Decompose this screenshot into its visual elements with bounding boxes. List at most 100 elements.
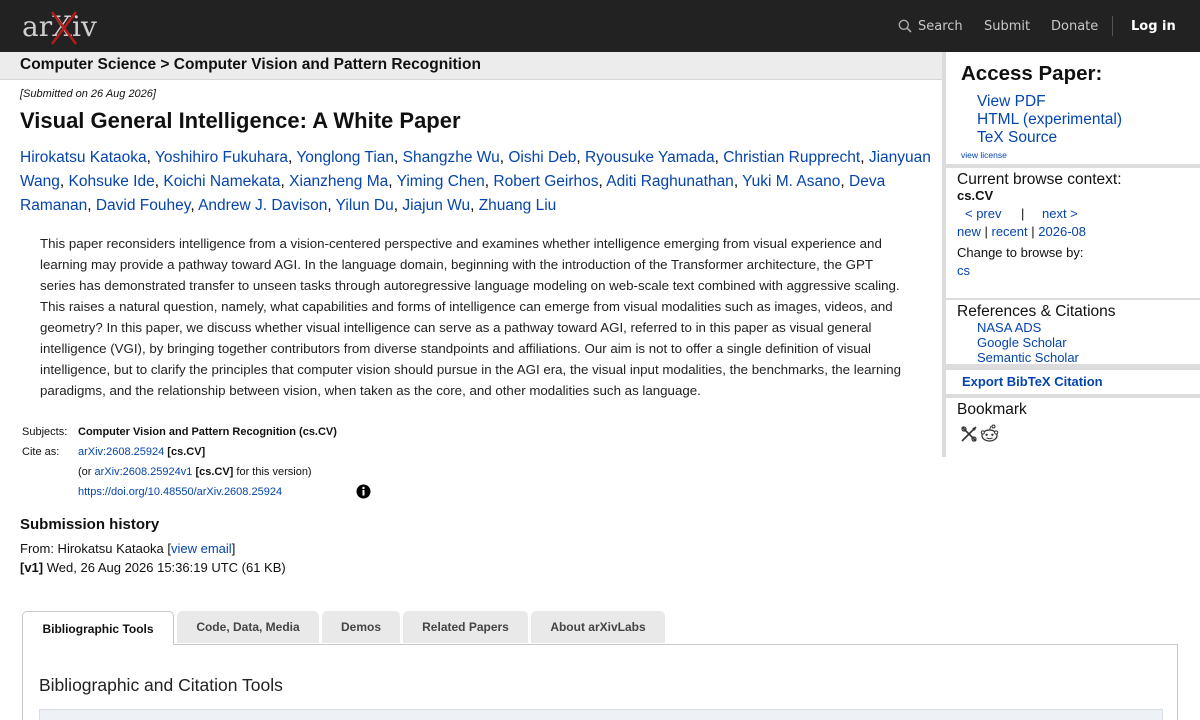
version-category: [cs.CV] <box>195 466 234 478</box>
author-link[interactable]: Koichi Namekata <box>163 173 280 190</box>
browse-separator: | <box>1021 206 1025 221</box>
author-list: Hirokatsu Kataoka, Yoshihiro Fukuhara, Y… <box>20 146 950 218</box>
author-link[interactable]: Hirokatsu Kataoka <box>20 149 147 166</box>
browse-cs-link[interactable]: cs <box>957 263 970 278</box>
bookmark-title: Bookmark <box>957 401 1027 418</box>
google-scholar-link[interactable]: Google Scholar <box>977 335 1067 350</box>
submission-version: [v1] Wed, 26 Aug 2026 15:36:19 UTC (61 K… <box>20 560 286 575</box>
submission-date: [Submitted on 26 Aug 2026] <box>20 88 156 100</box>
view-license-link[interactable]: view license <box>961 150 1007 160</box>
author-separator: , <box>576 149 586 166</box>
tab-code-data-media[interactable]: Code, Data, Media <box>177 611 319 643</box>
author-separator: , <box>388 173 397 190</box>
html-experimental-link[interactable]: HTML (experimental) <box>977 111 1122 129</box>
new-link[interactable]: new <box>957 224 981 239</box>
doi-link[interactable]: https://doi.org/10.48550/arXiv.2608.2592… <box>78 486 282 498</box>
browse-context-value: cs.CV <box>957 188 994 203</box>
bibsonomy-icon[interactable] <box>960 425 978 443</box>
search-icon <box>898 19 912 33</box>
access-paper-title: Access Paper: <box>961 62 1103 85</box>
export-box: Export BibTeX Citation <box>946 370 1200 394</box>
author-separator: , <box>146 149 155 166</box>
author-separator: , <box>714 149 724 166</box>
references-title: References & Citations <box>957 303 1116 320</box>
month-link[interactable]: 2026-08 <box>1038 224 1086 239</box>
tab-demos[interactable]: Demos <box>322 611 400 643</box>
author-link[interactable]: Christian Rupprecht <box>723 149 860 166</box>
references-box: References & Citations NASA ADS Google S… <box>946 300 1200 365</box>
author-link[interactable]: Yiming Chen <box>397 173 485 190</box>
version-tag: [v1] <box>20 560 44 575</box>
export-bibtex-link[interactable]: Export BibTeX Citation <box>962 374 1103 389</box>
next-link[interactable]: next > <box>1042 206 1078 221</box>
author-separator: , <box>327 197 336 214</box>
view-email-link[interactable]: view email <box>171 541 232 556</box>
access-paper-box: Access Paper: View PDF HTML (experimenta… <box>946 52 1200 164</box>
nasa-ads-link[interactable]: NASA ADS <box>977 320 1041 335</box>
author-link[interactable]: Jiajun Wu <box>402 197 470 214</box>
breadcrumb-bar: Computer Science > Computer Vision and P… <box>0 52 942 80</box>
author-separator: , <box>59 173 69 190</box>
author-link[interactable]: Aditi Raghunathan <box>606 173 734 190</box>
browse-context-title: Current browse context: <box>957 171 1122 188</box>
recent-link[interactable]: recent <box>992 224 1028 239</box>
sidebar: Access Paper: View PDF HTML (experimenta… <box>942 52 1200 457</box>
view-pdf-link[interactable]: View PDF <box>977 93 1046 111</box>
author-separator: , <box>733 173 743 190</box>
subjects-label: Subjects: <box>22 426 68 438</box>
bookmark-box: Bookmark <box>946 398 1200 457</box>
submit-link[interactable]: Submit <box>984 0 1030 52</box>
search-button[interactable]: Search <box>898 0 963 52</box>
author-separator: , <box>840 173 850 190</box>
svg-text:arXiv: arXiv <box>22 10 97 43</box>
author-separator: , <box>470 197 479 214</box>
author-separator: , <box>860 149 869 166</box>
abstract: This paper reconsiders intelligence from… <box>40 236 902 398</box>
breadcrumb[interactable]: Computer Science > Computer Vision and P… <box>20 56 481 74</box>
from-suffix: ] <box>231 541 236 556</box>
reddit-icon[interactable] <box>980 424 999 443</box>
author-link[interactable]: Yonglong Tian <box>296 149 394 166</box>
nav-divider <box>1112 16 1113 36</box>
info-icon[interactable] <box>356 484 371 499</box>
search-label: Search <box>918 18 963 34</box>
author-link[interactable]: David Fouhey <box>96 197 190 214</box>
paper-title: Visual General Intelligence: A White Pap… <box>20 108 461 133</box>
author-link[interactable]: Ryousuke Yamada <box>585 149 715 166</box>
author-link[interactable]: Yilun Du <box>336 197 394 214</box>
tex-source-link[interactable]: TeX Source <box>977 129 1057 147</box>
author-link[interactable]: Yuki M. Asano <box>742 173 840 190</box>
panel-title: Bibliographic and Citation Tools <box>39 675 283 695</box>
arxiv-logo[interactable]: arXiv <box>20 6 116 48</box>
cite-link[interactable]: arXiv:2608.25924 <box>78 446 164 458</box>
from-prefix: From: Hirokatsu Kataoka [ <box>20 541 171 556</box>
author-link[interactable]: Xianzheng Ma <box>289 173 388 190</box>
browse-links: new | recent | 2026-08 <box>957 224 1086 239</box>
author-link[interactable]: Andrew J. Davison <box>198 197 327 214</box>
author-link[interactable]: Zhuang Liu <box>479 197 557 214</box>
panel-content-box <box>39 709 1163 720</box>
top-header: arXiv Search Submit Donate Log in <box>0 0 1200 52</box>
semantic-scholar-link[interactable]: Semantic Scholar <box>977 350 1079 365</box>
author-separator: , <box>280 173 290 190</box>
tab-related-papers[interactable]: Related Papers <box>403 611 528 643</box>
prev-link[interactable]: < prev <box>965 206 1002 221</box>
author-link[interactable]: Kohsuke Ide <box>69 173 155 190</box>
submission-from: From: Hirokatsu Kataoka [view email] <box>20 541 235 556</box>
author-link[interactable]: Oishi Deb <box>508 149 576 166</box>
author-separator: , <box>190 197 199 214</box>
author-link[interactable]: Yoshihiro Fukuhara <box>155 149 288 166</box>
change-browse-label: Change to browse by: <box>957 245 1084 260</box>
version-suffix: for this version) <box>236 466 312 478</box>
tab-bibliographic-tools[interactable]: Bibliographic Tools <box>22 611 174 645</box>
browse-context-box: Current browse context: cs.CV < prev | n… <box>946 168 1200 298</box>
author-link[interactable]: Shangzhe Wu <box>403 149 500 166</box>
version-link[interactable]: arXiv:2608.25924v1 <box>95 466 193 478</box>
tab-about-arxivlabs[interactable]: About arXivLabs <box>531 611 665 643</box>
author-separator: , <box>87 197 96 214</box>
tab-panel: Bibliographic and Citation Tools <box>22 644 1178 720</box>
login-link[interactable]: Log in <box>1131 0 1176 52</box>
author-link[interactable]: Robert Geirhos <box>493 173 598 190</box>
cite-category: [cs.CV] <box>167 446 206 458</box>
donate-link[interactable]: Donate <box>1051 0 1098 52</box>
